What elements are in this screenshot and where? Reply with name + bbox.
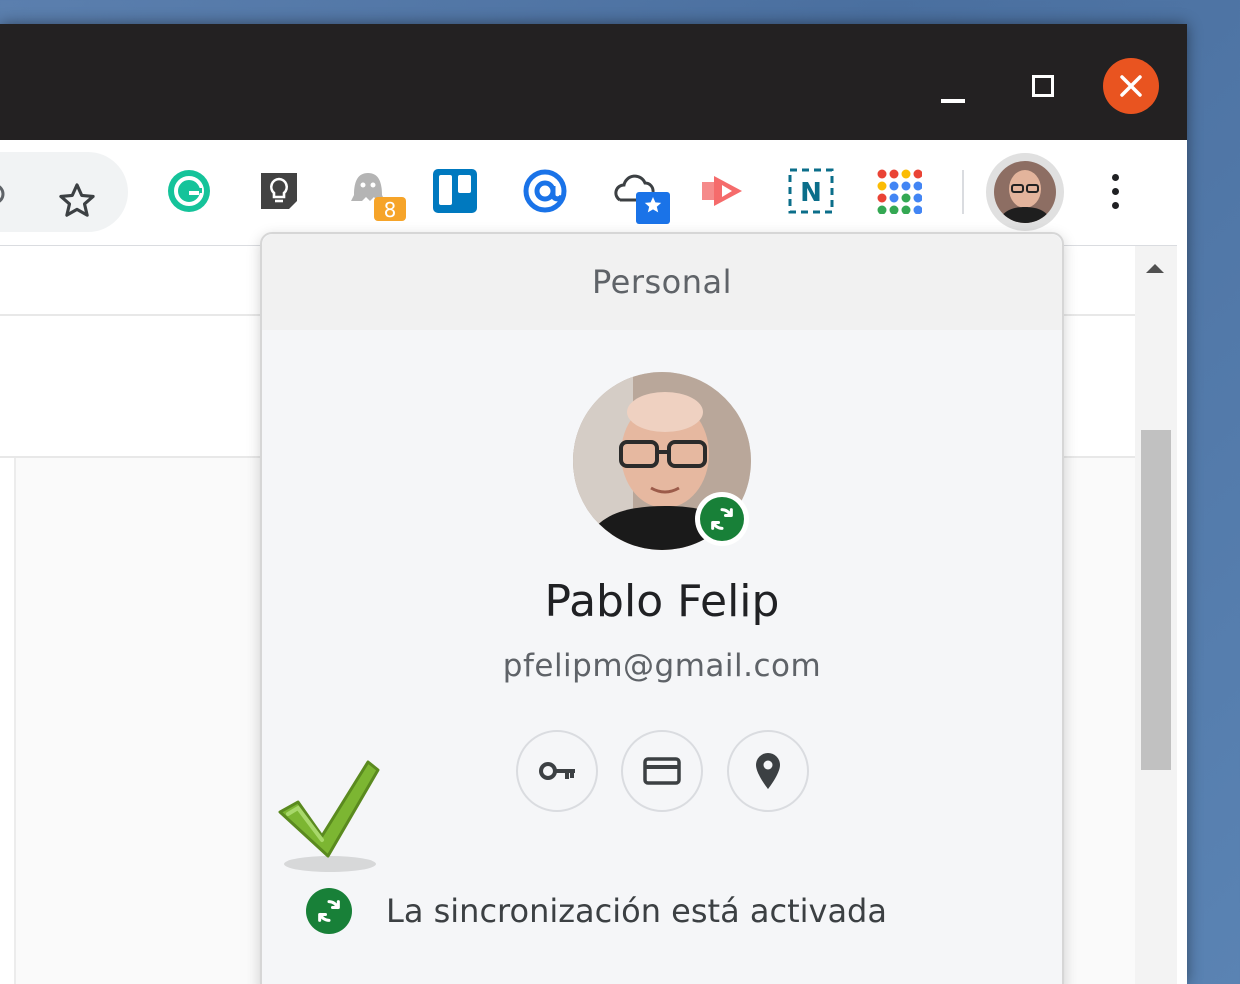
- cloud-star-icon: [614, 174, 670, 224]
- ghostery-icon: 8: [351, 173, 406, 221]
- close-icon: [1120, 75, 1142, 97]
- cloud-extension[interactable]: [610, 164, 672, 226]
- browser-menu-button[interactable]: [1100, 168, 1130, 214]
- svg-text:N: N: [800, 178, 822, 208]
- avatar-sync-badge: [695, 492, 749, 546]
- credit-card-icon: [643, 757, 681, 785]
- payment-methods-button[interactable]: [621, 730, 703, 812]
- scroll-up-arrow-icon[interactable]: [1146, 264, 1164, 273]
- minimize-icon: [941, 99, 965, 103]
- lens-icon[interactable]: [0, 180, 8, 208]
- arrow-extension-icon: [702, 176, 742, 206]
- sync-status-label: La sincronización está activada: [386, 892, 887, 930]
- profile-name: Pablo Felip: [544, 576, 780, 627]
- maximize-button[interactable]: [1020, 66, 1066, 106]
- google-apps-icon: [877, 169, 922, 214]
- sync-status-row[interactable]: La sincronización está activada: [306, 888, 1046, 936]
- trello-extension[interactable]: [432, 168, 478, 214]
- minimize-button[interactable]: [930, 70, 976, 110]
- location-pin-icon: [756, 753, 780, 789]
- profile-menu-header: Personal: [262, 234, 1062, 330]
- address-bar[interactable]: [0, 152, 128, 232]
- grammarly-icon: [168, 170, 210, 212]
- addresses-button[interactable]: [727, 730, 809, 812]
- key-icon: [539, 762, 575, 780]
- ghostery-extension[interactable]: 8: [346, 168, 406, 221]
- trello-icon: [433, 169, 477, 213]
- browser-toolbar: 8 N: [0, 140, 1177, 246]
- keep-extension[interactable]: [256, 168, 302, 214]
- sync-icon: [711, 508, 733, 530]
- grammarly-extension[interactable]: [166, 168, 212, 214]
- arrow-extension[interactable]: [700, 168, 746, 214]
- more-vert-icon: [1111, 173, 1119, 181]
- profile-button[interactable]: [986, 153, 1064, 231]
- passwords-button[interactable]: [516, 730, 598, 812]
- toolbar-avatar: [994, 161, 1056, 223]
- maximize-icon: [1032, 75, 1054, 97]
- lightbulb-icon: [261, 173, 297, 209]
- sync-status-icon: [306, 888, 352, 934]
- close-button[interactable]: [1103, 58, 1159, 114]
- at-sign-icon: [523, 169, 567, 213]
- profile-email: pfelipm@gmail.com: [502, 648, 822, 684]
- bookmark-star-icon[interactable]: [56, 180, 98, 222]
- at-sign-extension[interactable]: [522, 168, 568, 214]
- toolbar-divider: [962, 170, 964, 214]
- n-extension-icon: N: [788, 168, 834, 214]
- scrollbar-thumb[interactable]: [1141, 430, 1171, 770]
- title-bar: [0, 24, 1187, 140]
- extension-badge: 8: [384, 198, 397, 221]
- n-extension[interactable]: N: [788, 168, 834, 214]
- google-apps-extension[interactable]: [876, 168, 922, 214]
- profile-header-title: Personal: [591, 263, 733, 301]
- checkmark-icon: [278, 760, 380, 872]
